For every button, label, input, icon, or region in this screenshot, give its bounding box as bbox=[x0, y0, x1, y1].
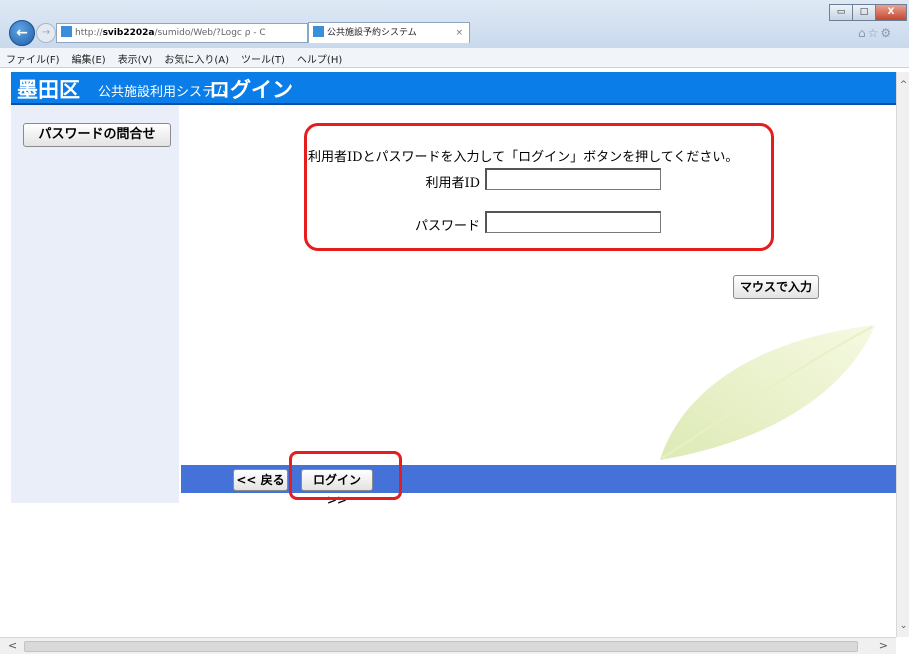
scrollbar-thumb[interactable] bbox=[24, 641, 858, 652]
browser-forward-button[interactable]: → bbox=[36, 23, 56, 43]
window-controls: ▭ □ X bbox=[829, 4, 907, 21]
scroll-down-icon[interactable]: ⌄ bbox=[897, 621, 909, 631]
leaf-decoration bbox=[660, 325, 875, 460]
menu-tools[interactable]: ツール(T) bbox=[235, 48, 291, 66]
form-highlight-box bbox=[304, 123, 774, 251]
menu-edit[interactable]: 編集(E) bbox=[66, 48, 112, 66]
vertical-scrollbar[interactable]: ^ ⌄ bbox=[896, 72, 909, 637]
scroll-left-icon[interactable]: < bbox=[8, 639, 17, 652]
tab-title: 公共施設予約システム bbox=[327, 28, 417, 38]
menu-help[interactable]: ヘルプ(H) bbox=[291, 48, 348, 66]
page-title: ログイン bbox=[209, 78, 293, 102]
browser-tab[interactable]: 公共施設予約システム × bbox=[308, 22, 470, 43]
left-panel bbox=[11, 105, 179, 503]
horizontal-scrollbar[interactable]: < > bbox=[0, 637, 896, 654]
minimize-button[interactable]: ▭ bbox=[829, 4, 853, 21]
password-inquiry-button[interactable]: パスワードの問合せ bbox=[23, 123, 171, 147]
arrow-right-icon: → bbox=[41, 27, 51, 38]
menu-view[interactable]: 表示(V) bbox=[112, 48, 159, 66]
leaf-shape bbox=[660, 325, 875, 460]
tab-close-icon[interactable]: × bbox=[455, 23, 463, 43]
browser-back-button[interactable]: ← bbox=[9, 20, 35, 46]
address-path: /sumido/Web/?Logc bbox=[154, 28, 242, 38]
back-button[interactable]: << 戻る bbox=[233, 469, 288, 491]
ward-name: 墨田区 bbox=[17, 77, 80, 102]
scroll-right-icon[interactable]: > bbox=[879, 639, 888, 652]
address-host: svib2202a bbox=[102, 28, 155, 38]
arrow-left-icon: ← bbox=[16, 25, 28, 41]
menu-file[interactable]: ファイル(F) bbox=[0, 48, 66, 66]
mouse-input-button[interactable]: マウスで入力 bbox=[733, 275, 819, 299]
address-bar[interactable]: http://svib2202a/sumido/Web/?Logc ρ - C bbox=[56, 23, 308, 43]
page-header: 墨田区 公共施設利用システム ログイン bbox=[11, 72, 899, 105]
menu-favorites[interactable]: お気に入り(A) bbox=[158, 48, 235, 66]
ie-page-icon bbox=[313, 26, 324, 37]
login-highlight-box bbox=[289, 451, 402, 500]
scroll-up-icon[interactable]: ^ bbox=[897, 80, 909, 90]
menu-bar: ファイル(F) 編集(E) 表示(V) お気に入り(A) ツール(T) ヘルプ(H) bbox=[0, 48, 909, 68]
ie-page-icon bbox=[61, 26, 72, 37]
address-controls[interactable]: ρ - C bbox=[245, 28, 266, 38]
close-window-button[interactable]: X bbox=[875, 4, 907, 21]
toolbar-icons[interactable]: ⌂☆⚙ bbox=[858, 26, 893, 40]
address-prefix: http:// bbox=[75, 28, 103, 38]
maximize-button[interactable]: □ bbox=[852, 4, 876, 21]
